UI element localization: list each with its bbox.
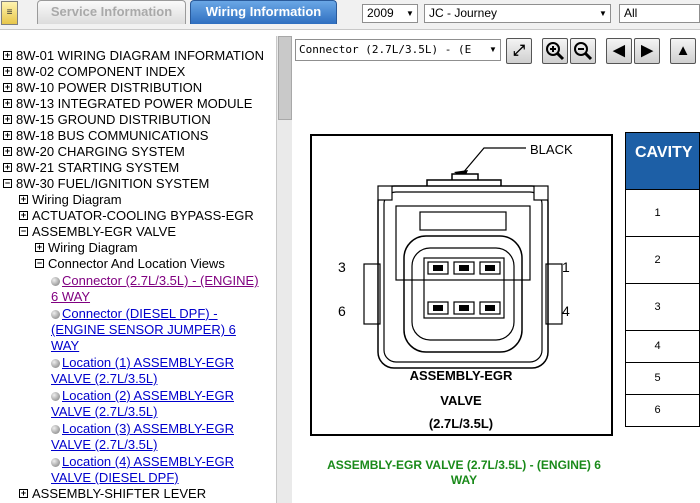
next-icon[interactable]: ▶ [634,38,660,64]
fit-icon[interactable]: ⤢ [506,38,532,64]
bullet-icon [51,458,60,467]
bullet-icon [51,392,60,401]
collapse-icon[interactable]: − [19,227,28,236]
filter-select[interactable]: All [619,4,700,23]
zoom-in-icon[interactable] [542,38,568,64]
expand-icon[interactable]: + [3,163,12,172]
diagram-title: VALVE [440,393,482,408]
diagram-viewer: Connector (2.7L/3.5L) - (E ▼ ⤢ ◀ ▶ ▲ BLA… [292,31,700,503]
connector-select[interactable]: Connector (2.7L/3.5L) - (E ▼ [295,39,501,61]
tab-wiring-information[interactable]: Wiring Information [190,0,337,24]
table-row: 2 [625,237,700,284]
collapse-icon[interactable]: − [35,259,44,268]
color-label: BLACK [530,142,573,157]
table-row: 3 [625,284,700,331]
pin-label: 6 [338,303,346,319]
navigation-tree: +8W-01 WIRING DIAGRAM INFORMATION +8W-02… [3,48,264,501]
expand-icon[interactable]: + [3,83,12,92]
year-select[interactable]: 2009 ▼ [362,4,418,23]
expand-icon[interactable]: + [19,211,28,220]
pin-label: 3 [338,259,346,275]
connector-select-value: Connector (2.7L/3.5L) - (E [299,43,472,56]
tree-scrollbar[interactable] [276,36,292,503]
table-row: 5 [625,363,700,395]
scrollbar-thumb[interactable] [278,36,292,120]
connector-drawing: BLACK 3 6 1 4 ASSEMBLY-EGR VALVE (2.7L/3… [338,142,573,431]
bullet-icon [51,310,60,319]
expand-icon[interactable]: + [3,147,12,156]
home-icon[interactable]: ▲ [670,38,696,64]
caption-line: ASSEMBLY-EGR VALVE (2.7L/3.5L) - (ENGINE… [327,458,601,472]
pin-label: 1 [562,259,570,275]
expand-icon[interactable]: + [35,243,44,252]
table-row: 1 [625,190,700,237]
viewer-toolbar: Connector (2.7L/3.5L) - (E ▼ ⤢ ◀ ▶ ▲ [292,31,700,73]
expand-icon[interactable]: + [3,131,12,140]
zoom-out-icon[interactable] [570,38,596,64]
bullet-icon [51,277,60,286]
chevron-down-icon: ▼ [599,9,607,18]
top-bar: ≡ Service Information Wiring Information… [0,0,700,30]
model-select[interactable]: JC - Journey ▼ [424,4,611,23]
bullet-icon [51,425,60,434]
filter-value: All [624,6,638,20]
previous-icon[interactable]: ◀ [606,38,632,64]
collapse-icon[interactable]: − [3,179,12,188]
expand-icon[interactable]: + [19,489,28,498]
cavity-table: CAVITY 1 2 3 4 5 6 [625,132,700,427]
bullet-icon [51,359,60,368]
model-value: JC - Journey [429,6,498,20]
pin-label: 4 [562,303,570,319]
diagram-caption: ASSEMBLY-EGR VALVE (2.7L/3.5L) - (ENGINE… [302,458,626,488]
year-value: 2009 [367,6,394,20]
expand-icon[interactable]: + [3,115,12,124]
tab-service-information[interactable]: Service Information [37,0,186,24]
diagram-title: ASSEMBLY-EGR [410,368,513,383]
connector-diagram: BLACK 3 6 1 4 ASSEMBLY-EGR VALVE (2.7L/3… [310,134,613,436]
chevron-down-icon: ▼ [406,9,414,18]
expand-icon[interactable]: + [3,99,12,108]
expand-icon[interactable]: + [3,67,12,76]
table-row: 6 [625,395,700,427]
caption-line: WAY [450,473,478,487]
app-icon[interactable]: ≡ [1,1,18,25]
chevron-down-icon: ▼ [486,40,500,60]
table-row: 4 [625,331,700,363]
expand-icon[interactable]: + [19,195,28,204]
expand-icon[interactable]: + [3,51,12,60]
diagram-title: (2.7L/3.5L) [429,416,493,431]
cavity-header: CAVITY [625,132,700,190]
